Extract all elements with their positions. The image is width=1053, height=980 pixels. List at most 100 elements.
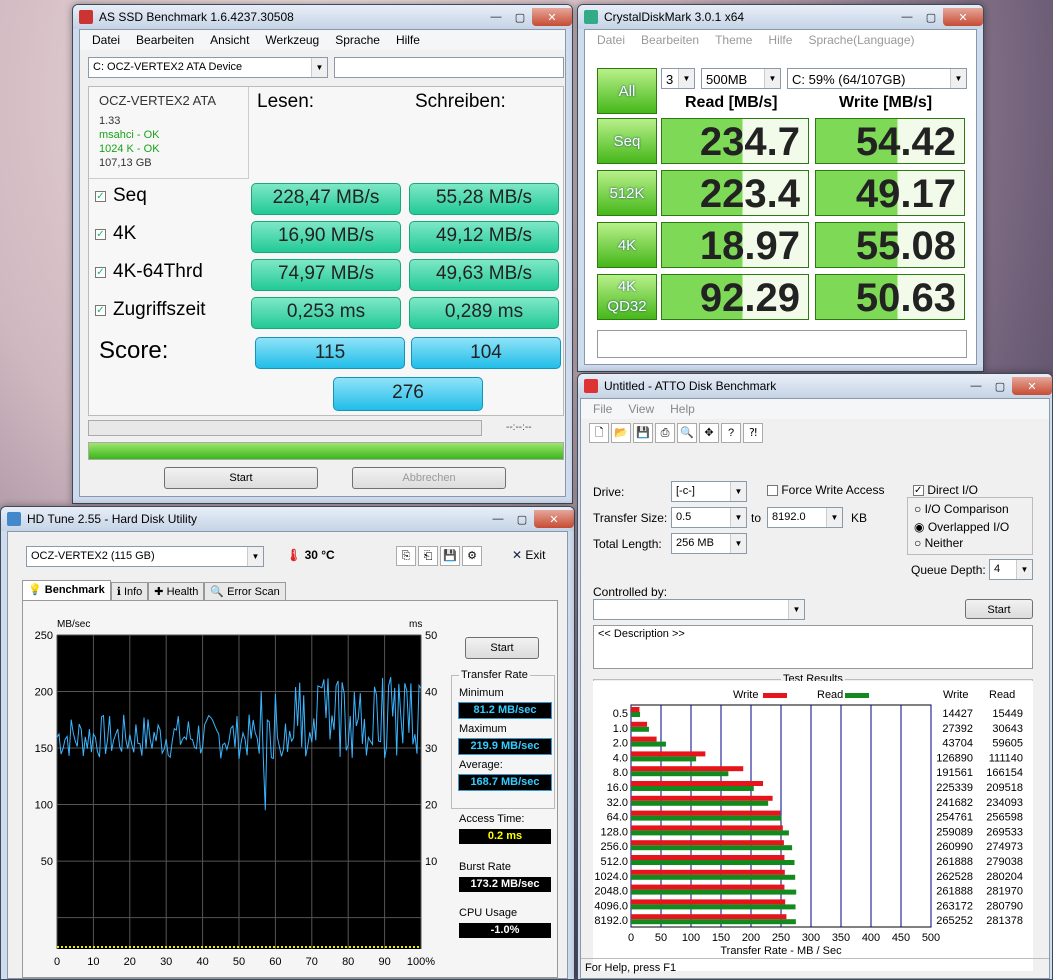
- x-tick-label: 250: [772, 932, 790, 944]
- maximize-button[interactable]: ▢: [919, 8, 943, 26]
- device-select[interactable]: OCZ-VERTEX2 (115 GB) ▼: [26, 546, 264, 567]
- menu-bearbeiten[interactable]: Bearbeiten: [128, 33, 202, 47]
- drive-label: Drive:: [593, 485, 625, 499]
- comment-field[interactable]: [597, 330, 967, 358]
- as-ssd-titlebar[interactable]: AS SSD Benchmark 1.6.4237.30508 — ▢ ✕: [73, 5, 572, 29]
- menu-bearbeiten[interactable]: Bearbeiten: [633, 33, 707, 47]
- atto-client: File View Help 🗋 📂 💾 ⎙ 🔍 ✥? ⁈ Drive: [-c-] ▼ Forc…: [580, 398, 1050, 979]
- start-button[interactable]: Start: [465, 637, 539, 659]
- io-comparison-radio[interactable]: ○ I/O Comparison: [914, 502, 1026, 516]
- count-select[interactable]: 3 ▼: [661, 68, 695, 89]
- neither-radio[interactable]: ○ Neither: [914, 536, 1026, 550]
- menu-hilfe[interactable]: Hilfe: [760, 33, 800, 47]
- thermometer-icon: 🌡: [286, 548, 302, 562]
- burst-rate-value: 173.2 MB/sec: [459, 877, 551, 892]
- help-icon[interactable]: ?: [721, 423, 741, 443]
- x-tick-label: 300: [802, 932, 820, 944]
- print-preview-icon[interactable]: 🔍: [677, 423, 697, 443]
- category-label: 1024.0: [594, 871, 628, 883]
- transfer-rate-label: Transfer Rate: [459, 669, 530, 681]
- context-help-icon[interactable]: ⁈: [743, 423, 763, 443]
- category-label: 2.0: [613, 738, 628, 750]
- close-button[interactable]: ✕: [532, 8, 572, 26]
- test-button[interactable]: Seq: [597, 118, 657, 164]
- minimize-button[interactable]: —: [895, 8, 919, 26]
- close-button[interactable]: ✕: [534, 510, 574, 528]
- x-tick-label: 350: [832, 932, 850, 944]
- test-button[interactable]: 4K QD32: [597, 274, 657, 320]
- save-icon[interactable]: 💾: [633, 423, 653, 443]
- move-icon[interactable]: ✥: [699, 423, 719, 443]
- force-write-checkbox[interactable]: Force Write Access: [767, 483, 884, 497]
- menu-hilfe[interactable]: Hilfe: [388, 33, 428, 47]
- maximize-button[interactable]: ▢: [988, 377, 1012, 395]
- new-file-icon[interactable]: 🗋: [589, 423, 609, 443]
- options-icon[interactable]: ⚙: [462, 546, 482, 566]
- row-checkbox[interactable]: ✓: [95, 191, 106, 202]
- total-length-label: Total Length:: [593, 537, 662, 551]
- menu-sprache-language-[interactable]: Sprache(Language): [800, 33, 922, 47]
- copy-info-icon[interactable]: ⎗: [418, 546, 438, 566]
- drive-select[interactable]: [-c-] ▼: [671, 481, 747, 502]
- y-tick-label: 250: [35, 630, 53, 642]
- drive-select[interactable]: C: 59% (64/107GB) ▼: [787, 68, 967, 89]
- test-button[interactable]: 4K: [597, 222, 657, 268]
- copy-icon[interactable]: ⎘: [396, 546, 416, 566]
- size-select[interactable]: 500MB ▼: [701, 68, 781, 89]
- tab-error-scan[interactable]: 🔍 Error Scan: [204, 582, 286, 601]
- transfer-size-to[interactable]: 8192.0 ▼: [767, 507, 843, 528]
- print-icon[interactable]: ⎙: [655, 423, 675, 443]
- close-button[interactable]: ✕: [943, 8, 983, 26]
- tab-benchmark[interactable]: 💡 Benchmark: [22, 580, 111, 601]
- transfer-size-from[interactable]: 0.5 ▼: [671, 507, 747, 528]
- minimize-button[interactable]: —: [486, 510, 510, 528]
- row-checkbox[interactable]: ✓: [95, 267, 106, 278]
- atto-window: Untitled - ATTO Disk Benchmark — ▢ ✕ File V…: [577, 373, 1053, 980]
- controlled-by-select[interactable]: ▼: [593, 599, 805, 620]
- write-value: 241682: [936, 797, 973, 809]
- overlapped-io-radio[interactable]: ◉ Overlapped I/O: [914, 520, 1026, 534]
- tab-health[interactable]: ✚ Health: [148, 582, 205, 601]
- total-length-select[interactable]: 256 MB ▼: [671, 533, 747, 554]
- open-folder-icon[interactable]: 📂: [611, 423, 631, 443]
- menu-ansicht[interactable]: Ansicht: [202, 33, 257, 47]
- hdtune-titlebar[interactable]: HD Tune 2.55 - Hard Disk Utility — ▢ ✕: [1, 507, 574, 531]
- save-icon[interactable]: 💾: [440, 546, 460, 566]
- cdm-titlebar[interactable]: CrystalDiskMark 3.0.1 x64 — ▢ ✕: [578, 5, 983, 29]
- description-field[interactable]: << Description >>: [593, 625, 1033, 669]
- row-checkbox[interactable]: ✓: [95, 305, 106, 316]
- maximize-button[interactable]: ▢: [508, 8, 532, 26]
- maximize-button[interactable]: ▢: [510, 510, 534, 528]
- close-button[interactable]: ✕: [1012, 377, 1052, 395]
- menu-view[interactable]: View: [620, 402, 662, 416]
- write-value: 43704: [942, 738, 973, 750]
- all-button[interactable]: All: [597, 68, 657, 114]
- start-button[interactable]: Start: [965, 599, 1033, 619]
- temperature-value: 30 °C: [304, 548, 335, 562]
- menu-file[interactable]: File: [585, 402, 620, 416]
- start-button[interactable]: Start: [164, 467, 318, 489]
- minimize-button[interactable]: —: [964, 377, 988, 395]
- total-length-value: 256 MB: [676, 537, 714, 549]
- abort-button[interactable]: Abbrechen: [352, 467, 506, 489]
- menu-sprache[interactable]: Sprache: [327, 33, 388, 47]
- menu-werkzeug[interactable]: Werkzeug: [257, 33, 327, 47]
- description-text: << Description >>: [598, 628, 685, 640]
- device-select[interactable]: C: OCZ-VERTEX2 ATA Device ▼: [88, 57, 328, 78]
- device-info-field[interactable]: [334, 57, 564, 78]
- menu-datei[interactable]: Datei: [589, 33, 633, 47]
- exit-button[interactable]: ✕ Exit: [512, 548, 545, 562]
- atto-titlebar[interactable]: Untitled - ATTO Disk Benchmark — ▢ ✕: [578, 374, 1052, 398]
- category-label: 16.0: [607, 782, 628, 794]
- y-tick-label: 50: [41, 856, 53, 868]
- direct-io-checkbox[interactable]: ✓ Direct I/O: [913, 483, 978, 497]
- queue-depth-select[interactable]: 4 ▼: [989, 559, 1033, 580]
- row-checkbox[interactable]: ✓: [95, 229, 106, 240]
- tab-info[interactable]: ℹ Info: [110, 582, 149, 601]
- test-button[interactable]: 512K: [597, 170, 657, 216]
- menu-theme[interactable]: Theme: [707, 33, 760, 47]
- menu-help[interactable]: Help: [662, 402, 703, 416]
- menu-datei[interactable]: Datei: [84, 33, 128, 47]
- x-tick-label: 50: [655, 932, 667, 944]
- minimize-button[interactable]: —: [484, 8, 508, 26]
